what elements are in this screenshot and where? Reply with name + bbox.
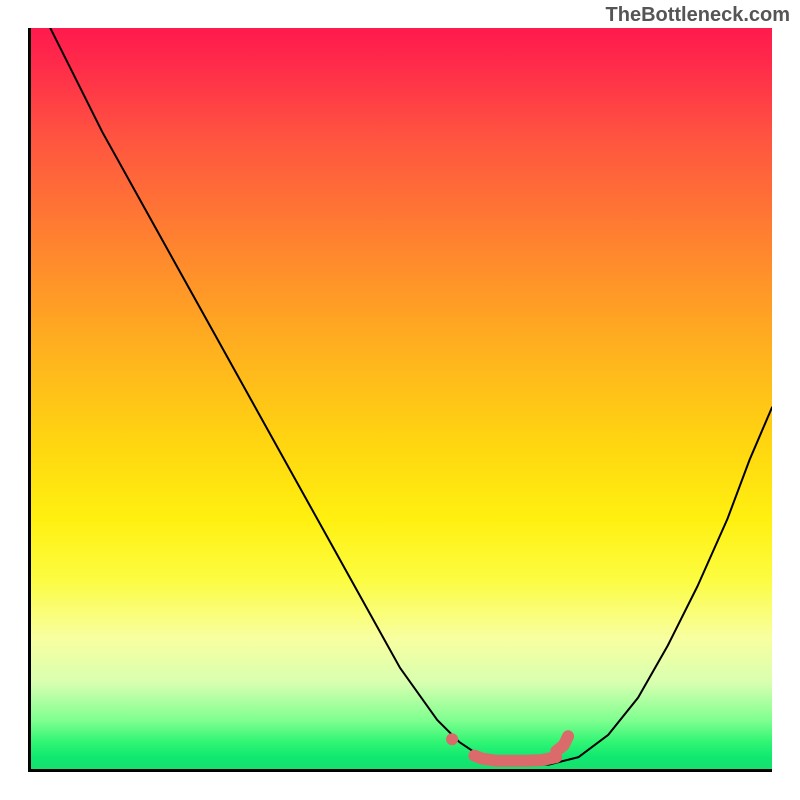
chart-container: TheBottleneck.com (0, 0, 800, 800)
watermark-text: TheBottleneck.com (606, 4, 790, 27)
curve-svg (28, 28, 772, 772)
highlight-overlay (446, 733, 568, 761)
bottleneck-curve (50, 28, 772, 765)
plot-area (28, 28, 772, 772)
